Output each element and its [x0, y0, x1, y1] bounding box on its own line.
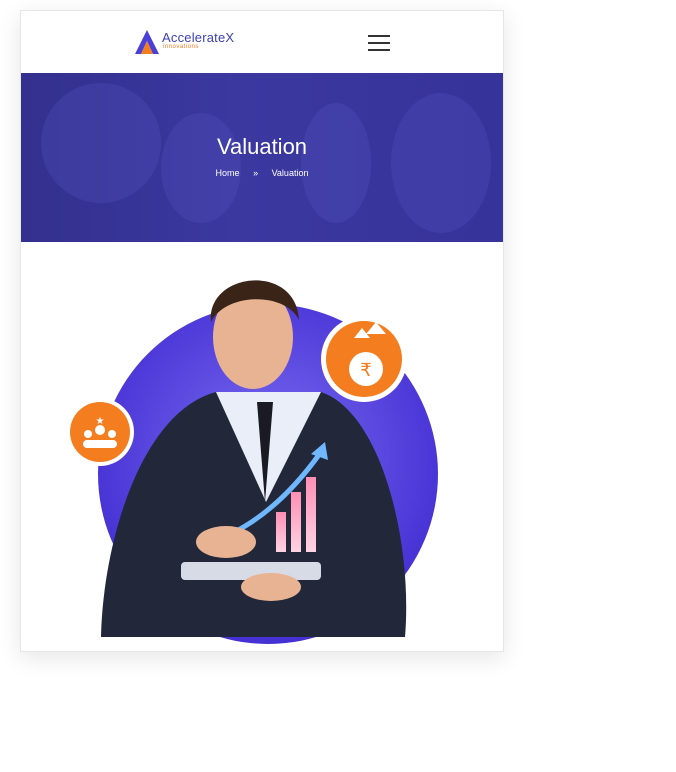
logo-icon: [135, 30, 159, 54]
page-banner: Valuation Home » Valuation: [21, 73, 503, 242]
hamburger-menu-icon[interactable]: [368, 33, 392, 51]
page-frame: AccelerateX innovations Valuation Home »…: [20, 10, 504, 652]
logo[interactable]: AccelerateX innovations: [135, 29, 255, 55]
svg-text:₹: ₹: [360, 360, 371, 381]
team-star-icon: ★: [66, 398, 134, 466]
site-header: AccelerateX innovations: [21, 11, 503, 73]
rupee-growth-icon: ₹: [321, 316, 407, 402]
breadcrumb-current: Valuation: [271, 168, 309, 178]
breadcrumb-home-link[interactable]: Home: [216, 168, 240, 178]
svg-text:★: ★: [96, 416, 105, 427]
valuation-illustration: ₹ ★: [21, 242, 503, 651]
logo-tagline: innovations: [163, 44, 199, 50]
breadcrumb: Home » Valuation: [21, 168, 503, 178]
double-chevron-right-icon: »: [253, 168, 259, 178]
page-title: Valuation: [216, 134, 308, 159]
logo-name: AccelerateX: [162, 30, 235, 45]
